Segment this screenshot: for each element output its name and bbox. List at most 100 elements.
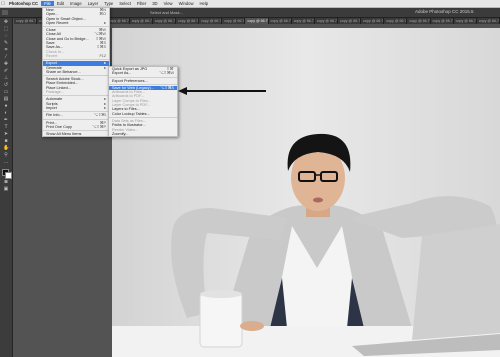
menu-item-shortcut: ▸ xyxy=(104,105,106,110)
menu-separator xyxy=(43,130,109,132)
menu-file[interactable]: File xyxy=(41,1,54,6)
menu-item[interactable]: Zoomify... xyxy=(109,132,177,136)
menu-separator xyxy=(109,83,177,85)
document-tab[interactable]: copy @ 66.7% (RGB/8) xyxy=(199,18,223,24)
menu-separator xyxy=(109,116,177,118)
eraser-tool-icon[interactable]: ▭ xyxy=(3,90,9,95)
app-title: Adobe Photoshop CC 2015.5 xyxy=(415,9,474,14)
screen-mode-icon[interactable]: ▣ xyxy=(3,187,9,192)
menu-item: Package... xyxy=(43,90,109,94)
lasso-tool-icon[interactable]: ◌ xyxy=(3,34,9,39)
menu-item[interactable]: Open Recent ▸ xyxy=(43,21,109,25)
healing-tool-icon[interactable]: ✚ xyxy=(3,62,9,67)
document-tab[interactable]: copy @ 66.7% (RGB/8) xyxy=(222,18,246,24)
menu-3d[interactable]: 3D xyxy=(149,1,160,6)
menu-item-shortcut: F12 xyxy=(99,53,106,58)
menu-item-label: Show All Menu Items xyxy=(46,132,82,137)
menu-item-shortcut: ⌥⇧⌘I xyxy=(93,113,106,118)
menu-photoshop[interactable]: Photoshop CC xyxy=(6,1,41,6)
hand-tool-icon[interactable]: ✋ xyxy=(3,146,9,151)
menu-item: Revert F12 xyxy=(43,54,109,58)
menu-item-shortcut: ⌥⇧⌘P xyxy=(92,124,106,129)
menu-layer[interactable]: Layer xyxy=(85,1,101,6)
document-tab[interactable]: copy @ 66.7% (RGB/8) xyxy=(453,18,477,24)
brush-tool-icon[interactable]: ✐ xyxy=(3,69,9,74)
menu-item[interactable]: Print One Copy ⌥⇧⌘P xyxy=(43,125,109,129)
menu-item-label: Share on Behance... xyxy=(46,69,81,74)
menu-item-shortcut: ▸ xyxy=(104,65,106,70)
document-tab[interactable]: copy @ 66.7% (RGB/8) xyxy=(152,18,176,24)
type-tool-icon[interactable]: T xyxy=(3,125,9,130)
menu-item-label: Export As... xyxy=(112,71,132,76)
dodge-tool-icon[interactable]: ◐ xyxy=(3,111,9,116)
menu-separator xyxy=(109,76,177,78)
menu-separator xyxy=(43,75,109,77)
menu-item-label: Color Lookup Tables... xyxy=(112,111,150,116)
menu-item-shortcut: ⌘O xyxy=(99,12,106,17)
menu-item-label: Import xyxy=(46,105,57,110)
zoom-tool-icon[interactable]: ⚲ xyxy=(3,153,9,158)
quick-mask-icon[interactable]: ◙ xyxy=(3,180,9,185)
menu-separator xyxy=(43,118,109,120)
menu-item[interactable]: Show All Menu Items xyxy=(43,132,109,136)
document-tab[interactable]: copy @ 66.7% (RGB/8) xyxy=(337,18,362,24)
menu-item-label: File Info... xyxy=(46,113,63,118)
menu-item[interactable]: File Info... ⌥⇧⌘I xyxy=(43,113,109,117)
menu-item-label: Open Recent xyxy=(46,20,69,25)
tools-panel: ✥ ⬚ ◌ ✎ ⌗ ⁄ ✚ ✐ ⊥ ↺ ▭ ▤ ● ◐ ✒ T ➤ ■ ✋ ⚲ … xyxy=(0,18,13,357)
menu-separator xyxy=(43,95,109,97)
document-tab[interactable]: copy @ 66.7% (RGB/8) xyxy=(175,18,200,24)
menu-image[interactable]: Image xyxy=(67,1,85,6)
menu-window[interactable]: Window xyxy=(176,1,197,6)
menu-item-label: Zoomify... xyxy=(112,131,129,136)
menu-item-label: Revert xyxy=(46,53,58,58)
home-icon[interactable] xyxy=(2,10,8,15)
document-tab[interactable]: copy @ 66.7% (RGB/8) xyxy=(268,18,292,24)
menu-item[interactable]: Export As... ⌥⇧⌘W xyxy=(109,71,177,75)
document-tab[interactable]: copy @ 66.7% (RGB/8) xyxy=(430,18,454,24)
options-select-and-mask[interactable]: Select and Mask... xyxy=(150,10,183,15)
more-tools-icon[interactable]: … xyxy=(3,160,9,165)
menu-item-shortcut: ⇧⌘S xyxy=(96,45,106,50)
menu-type[interactable]: Type xyxy=(101,1,116,6)
quick-select-tool-icon[interactable]: ✎ xyxy=(3,41,9,46)
file-menu: New ⌘N Open... ⌘O Open in Smart Object... Ope… xyxy=(42,7,110,138)
document-tab[interactable]: copy @ 66.7% (RGB/8) xyxy=(407,18,431,24)
crop-tool-icon[interactable]: ⌗ xyxy=(3,48,9,53)
history-brush-tool-icon[interactable]: ↺ xyxy=(3,83,9,88)
menu-filter[interactable]: Filter xyxy=(134,1,149,6)
background-color-swatch[interactable] xyxy=(5,172,12,179)
move-tool-icon[interactable]: ✥ xyxy=(3,20,9,25)
menu-item-label: Package... xyxy=(46,90,64,95)
menu-item[interactable]: Export Preferences... xyxy=(109,79,177,83)
menu-item-shortcut: ▸ xyxy=(104,20,106,25)
menu-view[interactable]: View xyxy=(161,1,176,6)
annotation-arrow xyxy=(178,87,266,95)
blur-tool-icon[interactable]: ● xyxy=(3,104,9,109)
document-tab[interactable]: copy @ 66.7% (RGB/8) xyxy=(314,18,338,24)
menu-item-shortcut: ⌥⇧⌘W xyxy=(159,71,174,76)
gradient-tool-icon[interactable]: ▤ xyxy=(3,97,9,102)
document-tab[interactable]: copy @ 66.7% (RGB/8) xyxy=(245,18,269,24)
menu-item[interactable]: Share on Behance... xyxy=(43,70,109,74)
menu-item[interactable]: Import ▸ xyxy=(43,106,109,110)
menu-edit[interactable]: Edit xyxy=(54,1,67,6)
export-submenu: Quick Export as JPG ⇧⌘' Export As... ⌥⇧⌘W Ex… xyxy=(108,66,178,138)
stamp-tool-icon[interactable]: ⊥ xyxy=(3,76,9,81)
menu-select[interactable]: Select xyxy=(116,1,134,6)
menu-item-label: Export Preferences... xyxy=(112,78,148,83)
document-tab[interactable]: copy @ 66.7% (RGB/8) xyxy=(384,18,408,24)
document-tab[interactable]: copy @ 66.7% (RGB/8) xyxy=(291,18,315,24)
menu-help[interactable]: Help xyxy=(197,1,212,6)
pen-tool-icon[interactable]: ✒ xyxy=(3,118,9,123)
document-tab[interactable]: copy @ 66.7% (RGB/8) xyxy=(129,18,153,24)
marquee-tool-icon[interactable]: ⬚ xyxy=(3,27,9,32)
menu-item[interactable]: Color Lookup Tables... xyxy=(109,112,177,116)
menu-item-label: Print One Copy xyxy=(46,124,72,129)
document-tab[interactable]: copy @ 66.7% (RGB/8) xyxy=(361,18,385,24)
menu-item-shortcut: ⌥⇧⌘S xyxy=(160,85,174,90)
document-tab[interactable]: copy @ 66.7% (RGB/8) xyxy=(476,18,500,24)
shape-tool-icon[interactable]: ■ xyxy=(3,139,9,144)
eyedropper-tool-icon[interactable]: ⁄ xyxy=(3,55,9,60)
path-select-tool-icon[interactable]: ➤ xyxy=(3,132,9,137)
